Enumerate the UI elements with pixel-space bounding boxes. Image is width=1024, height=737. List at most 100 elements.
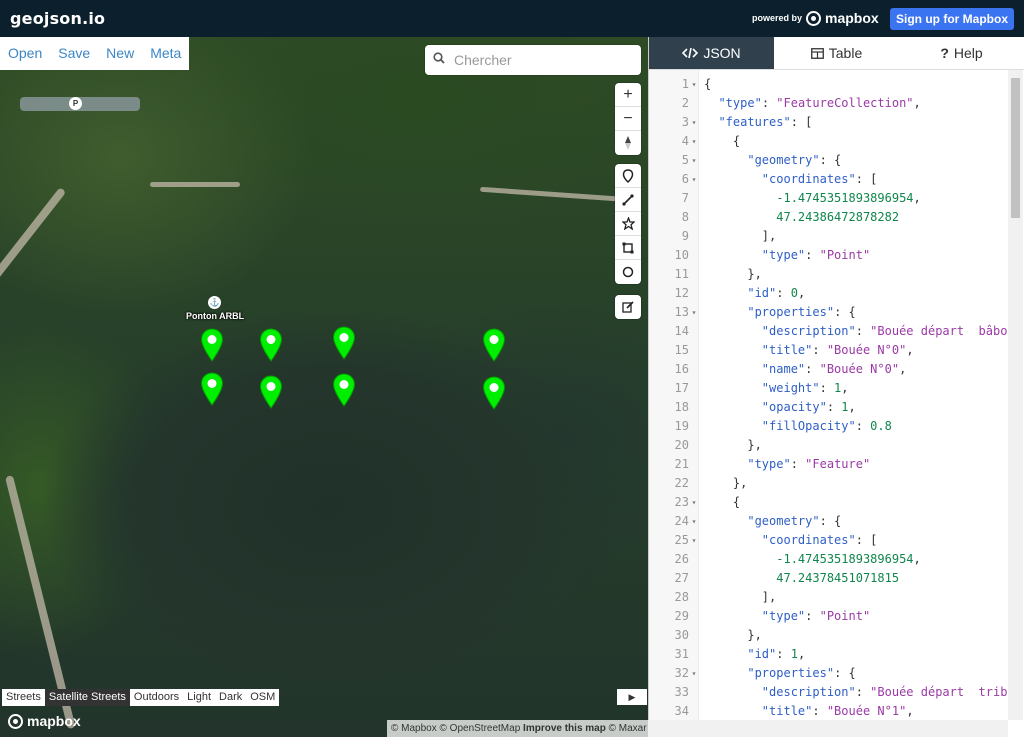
draw-rectangle-button[interactable] bbox=[615, 236, 641, 260]
line-number: 34 bbox=[674, 704, 689, 718]
json-editor[interactable]: 1 ▾{2 "type": "FeatureCollection", 3 ▾ "fea… bbox=[649, 70, 1011, 737]
editor-horizontal-scrollbar[interactable] bbox=[648, 720, 1008, 737]
style-dark[interactable]: Dark bbox=[215, 689, 246, 706]
code-line[interactable]: 1 ▾ { bbox=[649, 75, 1011, 94]
code-line[interactable]: 2 "type": "FeatureCollection", bbox=[649, 94, 1011, 113]
code-line[interactable]: 21 "type": "Feature" bbox=[649, 455, 1011, 474]
map-marker[interactable] bbox=[482, 376, 506, 410]
attribution-osm-link[interactable]: © OpenStreetMap bbox=[440, 723, 521, 734]
scrollbar-thumb[interactable] bbox=[1011, 78, 1020, 218]
map-marker[interactable] bbox=[259, 375, 283, 409]
code-line[interactable]: 4 ▾ { bbox=[649, 132, 1011, 151]
attribution-maxar-link[interactable]: © Maxar bbox=[609, 723, 647, 734]
compass-button[interactable] bbox=[615, 131, 641, 155]
line-number: 28 bbox=[674, 590, 689, 604]
improve-map-link[interactable]: Improve this map bbox=[523, 723, 606, 734]
tab-help[interactable]: ? Help bbox=[899, 37, 1024, 69]
fold-arrow-icon[interactable]: ▾ bbox=[689, 512, 699, 531]
ponton-poi-label: Ponton ARBL bbox=[186, 311, 245, 321]
style-osm[interactable]: OSM bbox=[246, 689, 279, 706]
menu-meta[interactable]: Meta bbox=[142, 37, 189, 70]
code-line[interactable]: 12 "id": 0, bbox=[649, 284, 1011, 303]
code-line[interactable]: 24 ▾ "geometry": { bbox=[649, 512, 1011, 531]
tab-table-label: Table bbox=[828, 45, 863, 61]
tab-table[interactable]: Table bbox=[774, 37, 899, 69]
code-line[interactable]: 25 ▾ "coordinates": [ bbox=[649, 531, 1011, 550]
code-line[interactable]: 9 ], bbox=[649, 227, 1011, 246]
fold-arrow-icon[interactable]: ▾ bbox=[689, 132, 699, 151]
line-number: 2 bbox=[681, 96, 689, 110]
code-line[interactable]: 7 -1.4745351893896954, bbox=[649, 189, 1011, 208]
code-line[interactable]: 18 "opacity": 1, bbox=[649, 398, 1011, 417]
app-logo[interactable]: geojson.io bbox=[10, 9, 105, 28]
code-line[interactable]: 34 "title": "Bouée N°1", bbox=[649, 702, 1011, 721]
code-line[interactable]: 13 ▾ "properties": { bbox=[649, 303, 1011, 322]
code-line[interactable]: 15 "title": "Bouée N°0", bbox=[649, 341, 1011, 360]
style-streets[interactable]: Streets bbox=[2, 689, 45, 706]
fold-arrow-icon[interactable]: ▾ bbox=[689, 531, 699, 550]
code-line[interactable]: 33 "description": "Bouée départ tribord"… bbox=[649, 683, 1011, 702]
powered-by-mapbox[interactable]: powered by mapbox bbox=[752, 10, 879, 26]
signup-mapbox-button[interactable]: Sign up for Mapbox bbox=[890, 8, 1014, 30]
map-marker[interactable] bbox=[482, 328, 506, 362]
map-attribution: © Mapbox © OpenStreetMap Improve this ma… bbox=[387, 720, 651, 737]
code-line[interactable]: 10 "type": "Point" bbox=[649, 246, 1011, 265]
draw-marker-button[interactable] bbox=[615, 164, 641, 188]
code-line[interactable]: 20 }, bbox=[649, 436, 1011, 455]
zoom-in-button[interactable]: + bbox=[615, 83, 641, 107]
code-line[interactable]: 28 ], bbox=[649, 588, 1011, 607]
fold-arrow-icon[interactable]: ▾ bbox=[689, 151, 699, 170]
code-line[interactable]: 8 47.24386472878282 bbox=[649, 208, 1011, 227]
code-line[interactable]: 29 "type": "Point" bbox=[649, 607, 1011, 626]
draw-circle-button[interactable] bbox=[615, 260, 641, 284]
search-box[interactable]: Chercher bbox=[425, 45, 641, 75]
fold-arrow-icon[interactable]: ▾ bbox=[689, 170, 699, 189]
map-marker[interactable] bbox=[259, 328, 283, 362]
code-line[interactable]: 26 -1.4745351893896954, bbox=[649, 550, 1011, 569]
map-marker[interactable] bbox=[332, 326, 356, 360]
code-text: }, bbox=[704, 267, 762, 281]
code-line[interactable]: 31 "id": 1, bbox=[649, 645, 1011, 664]
style-light[interactable]: Light bbox=[183, 689, 215, 706]
map-marker[interactable] bbox=[200, 372, 224, 406]
editor-vertical-scrollbar[interactable] bbox=[1008, 70, 1023, 720]
fold-arrow-icon[interactable]: ▾ bbox=[689, 493, 699, 512]
draw-line-button[interactable] bbox=[615, 188, 641, 212]
draw-polygon-button[interactable] bbox=[615, 212, 641, 236]
style-outdoors[interactable]: Outdoors bbox=[130, 689, 183, 706]
code-line[interactable]: 5 ▾ "geometry": { bbox=[649, 151, 1011, 170]
map-canvas[interactable]: P ⚓ Ponton ARBL bbox=[0, 37, 648, 737]
code-text: }, bbox=[704, 476, 748, 490]
map-marker[interactable] bbox=[332, 373, 356, 407]
zoom-out-button[interactable]: − bbox=[615, 107, 641, 131]
style-satellite-streets[interactable]: Satellite Streets bbox=[44, 689, 130, 706]
code-line[interactable]: 30 }, bbox=[649, 626, 1011, 645]
code-line[interactable]: 17 "weight": 1, bbox=[649, 379, 1011, 398]
code-line[interactable]: 11 }, bbox=[649, 265, 1011, 284]
map-marker[interactable] bbox=[200, 328, 224, 362]
collapse-pane-button[interactable]: ▶ bbox=[617, 689, 647, 705]
menu-open[interactable]: Open bbox=[0, 37, 50, 70]
code-line[interactable]: 27 47.24378451071815 bbox=[649, 569, 1011, 588]
search-input[interactable]: Chercher bbox=[454, 52, 512, 68]
fold-arrow-icon[interactable]: ▾ bbox=[689, 664, 699, 683]
code-line[interactable]: 32 ▾ "properties": { bbox=[649, 664, 1011, 683]
menu-new[interactable]: New bbox=[98, 37, 142, 70]
zoom-controls: + − bbox=[615, 83, 641, 155]
edit-layers-button[interactable] bbox=[615, 295, 641, 319]
mapbox-map-logo[interactable]: mapbox bbox=[8, 713, 81, 729]
menu-save[interactable]: Save bbox=[50, 37, 98, 70]
fold-arrow-icon[interactable]: ▾ bbox=[689, 75, 699, 94]
code-line[interactable]: 23 ▾ { bbox=[649, 493, 1011, 512]
fold-arrow-icon[interactable]: ▾ bbox=[689, 113, 699, 132]
code-line[interactable]: 19 "fillOpacity": 0.8 bbox=[649, 417, 1011, 436]
attribution-mapbox-link[interactable]: © Mapbox bbox=[391, 723, 437, 734]
code-line[interactable]: 16 "name": "Bouée N°0", bbox=[649, 360, 1011, 379]
code-line[interactable]: 3 ▾ "features": [ bbox=[649, 113, 1011, 132]
fold-arrow-icon[interactable]: ▾ bbox=[689, 303, 699, 322]
path-road bbox=[480, 186, 630, 203]
code-line[interactable]: 6 ▾ "coordinates": [ bbox=[649, 170, 1011, 189]
code-line[interactable]: 22 }, bbox=[649, 474, 1011, 493]
tab-json[interactable]: JSON bbox=[649, 37, 774, 69]
code-line[interactable]: 14 "description": "Bouée départ bâbord", bbox=[649, 322, 1011, 341]
